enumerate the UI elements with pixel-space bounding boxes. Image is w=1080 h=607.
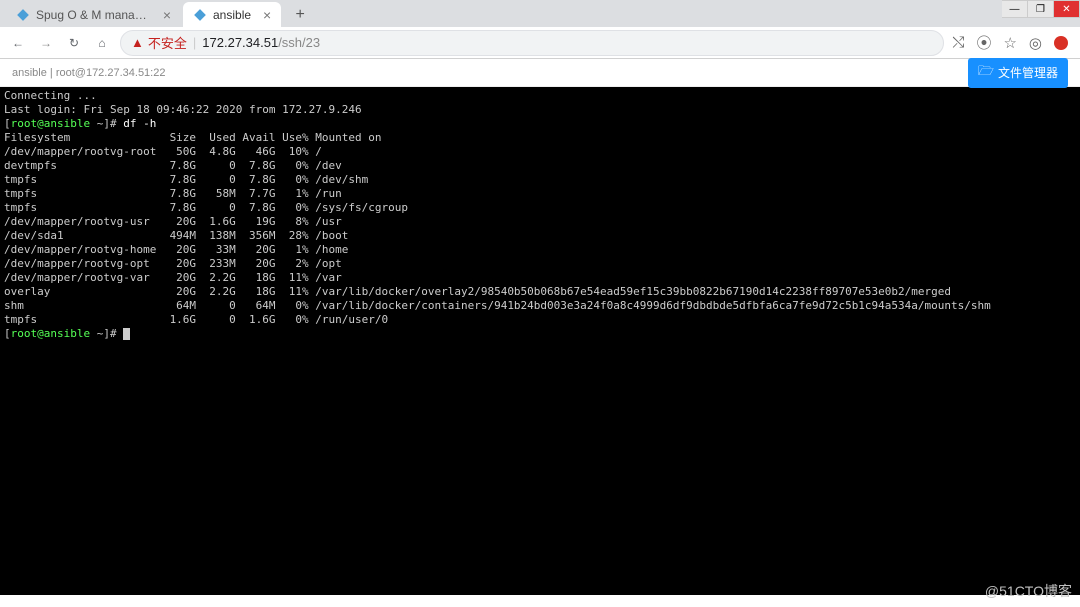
table-row: /dev/mapper/rootvg-root 50G 4.8G 46G 10%… xyxy=(4,145,322,158)
window-controls: — ❐ ✕ xyxy=(1002,0,1080,18)
tab-bar: Spug O & M management sys × ansible × + xyxy=(0,0,1080,27)
table-row: shm 64M 0 64M 0% /var/lib/docker/contain… xyxy=(4,299,991,312)
term-line: Last login: Fri Sep 18 09:46:22 2020 fro… xyxy=(4,103,362,116)
tab-favicon-icon xyxy=(16,8,30,22)
table-row: tmpfs 7.8G 0 7.8G 0% /dev/shm xyxy=(4,173,368,186)
close-window-button[interactable]: ✕ xyxy=(1054,0,1080,18)
terminal[interactable]: Connecting ... Last login: Fri Sep 18 09… xyxy=(0,87,1080,595)
page-title: ansible | root@172.27.34.51:22 xyxy=(12,67,165,79)
file-manager-button[interactable]: 🗁 文件管理器 xyxy=(968,58,1068,88)
term-header: Filesystem Size Used Avail Use% Mounted … xyxy=(4,131,382,144)
term-line: Connecting ... xyxy=(4,89,97,102)
tab-title: ansible xyxy=(213,8,251,22)
table-row: /dev/mapper/rootvg-home 20G 33M 20G 1% /… xyxy=(4,243,348,256)
term-prompt: [root@ansible ~]# xyxy=(4,327,117,340)
folder-icon: 🗁 xyxy=(978,62,994,84)
back-button[interactable]: ← xyxy=(8,33,28,53)
tab-title: Spug O & M management sys xyxy=(36,8,151,22)
term-prompt: [root@ansible ~]# xyxy=(4,117,117,130)
bookmark-star-icon[interactable]: ☆ xyxy=(1003,34,1016,52)
term-cmd xyxy=(117,327,124,340)
profile-avatar[interactable] xyxy=(1054,36,1068,50)
new-tab-button[interactable]: + xyxy=(289,4,311,26)
home-button[interactable]: ⌂ xyxy=(92,33,112,53)
reload-button[interactable]: ↻ xyxy=(64,33,84,53)
table-row: /dev/mapper/rootvg-usr 20G 1.6G 19G 8% /… xyxy=(4,215,342,228)
minimize-button[interactable]: — xyxy=(1002,0,1028,18)
table-row: /dev/mapper/rootvg-opt 20G 233M 20G 2% /… xyxy=(4,257,342,270)
table-row: tmpfs 1.6G 0 1.6G 0% /run/user/0 xyxy=(4,313,388,326)
file-manager-label: 文件管理器 xyxy=(998,64,1058,81)
insecure-text: 不安全 xyxy=(148,33,187,52)
zoom-icon[interactable]: ⦿ xyxy=(976,32,991,53)
table-row: /dev/sda1 494M 138M 356M 28% /boot xyxy=(4,229,348,242)
term-cmd: df -h xyxy=(117,117,157,130)
warning-icon: ▲ xyxy=(131,35,144,50)
extension-icon[interactable]: ◎ xyxy=(1029,34,1042,52)
terminal-cursor xyxy=(123,328,130,340)
table-row: tmpfs 7.8G 0 7.8G 0% /sys/fs/cgroup xyxy=(4,201,408,214)
address-separator: | xyxy=(193,35,196,50)
page-header: ansible | root@172.27.34.51:22 🗁 文件管理器 xyxy=(0,59,1080,87)
table-row: overlay 20G 2.2G 18G 11% /var/lib/docker… xyxy=(4,285,951,298)
insecure-badge[interactable]: ▲ 不安全 xyxy=(131,33,187,52)
address-bar[interactable]: ▲ 不安全 | 172.27.34.51/ssh/23 xyxy=(120,30,944,56)
toolbar-right: ⤭ ⦿ ☆ ◎ xyxy=(952,32,1072,53)
maximize-button[interactable]: ❐ xyxy=(1028,0,1054,18)
address-text: 172.27.34.51/ssh/23 xyxy=(202,35,320,50)
forward-button[interactable]: → xyxy=(36,33,56,53)
watermark: @51CTO博客 xyxy=(985,581,1072,601)
table-row: /dev/mapper/rootvg-var 20G 2.2G 18G 11% … xyxy=(4,271,342,284)
tab-favicon-icon xyxy=(193,8,207,22)
tab-spug[interactable]: Spug O & M management sys × xyxy=(6,2,181,27)
tab-close-icon[interactable]: × xyxy=(263,8,271,22)
table-row: devtmpfs 7.8G 0 7.8G 0% /dev xyxy=(4,159,342,172)
table-row: tmpfs 7.8G 58M 7.7G 1% /run xyxy=(4,187,342,200)
tab-ansible[interactable]: ansible × xyxy=(183,2,281,27)
toolbar: ← → ↻ ⌂ ▲ 不安全 | 172.27.34.51/ssh/23 ⤭ ⦿ … xyxy=(0,27,1080,59)
tab-close-icon[interactable]: × xyxy=(163,8,171,22)
translate-icon[interactable]: ⤭ xyxy=(952,34,964,51)
